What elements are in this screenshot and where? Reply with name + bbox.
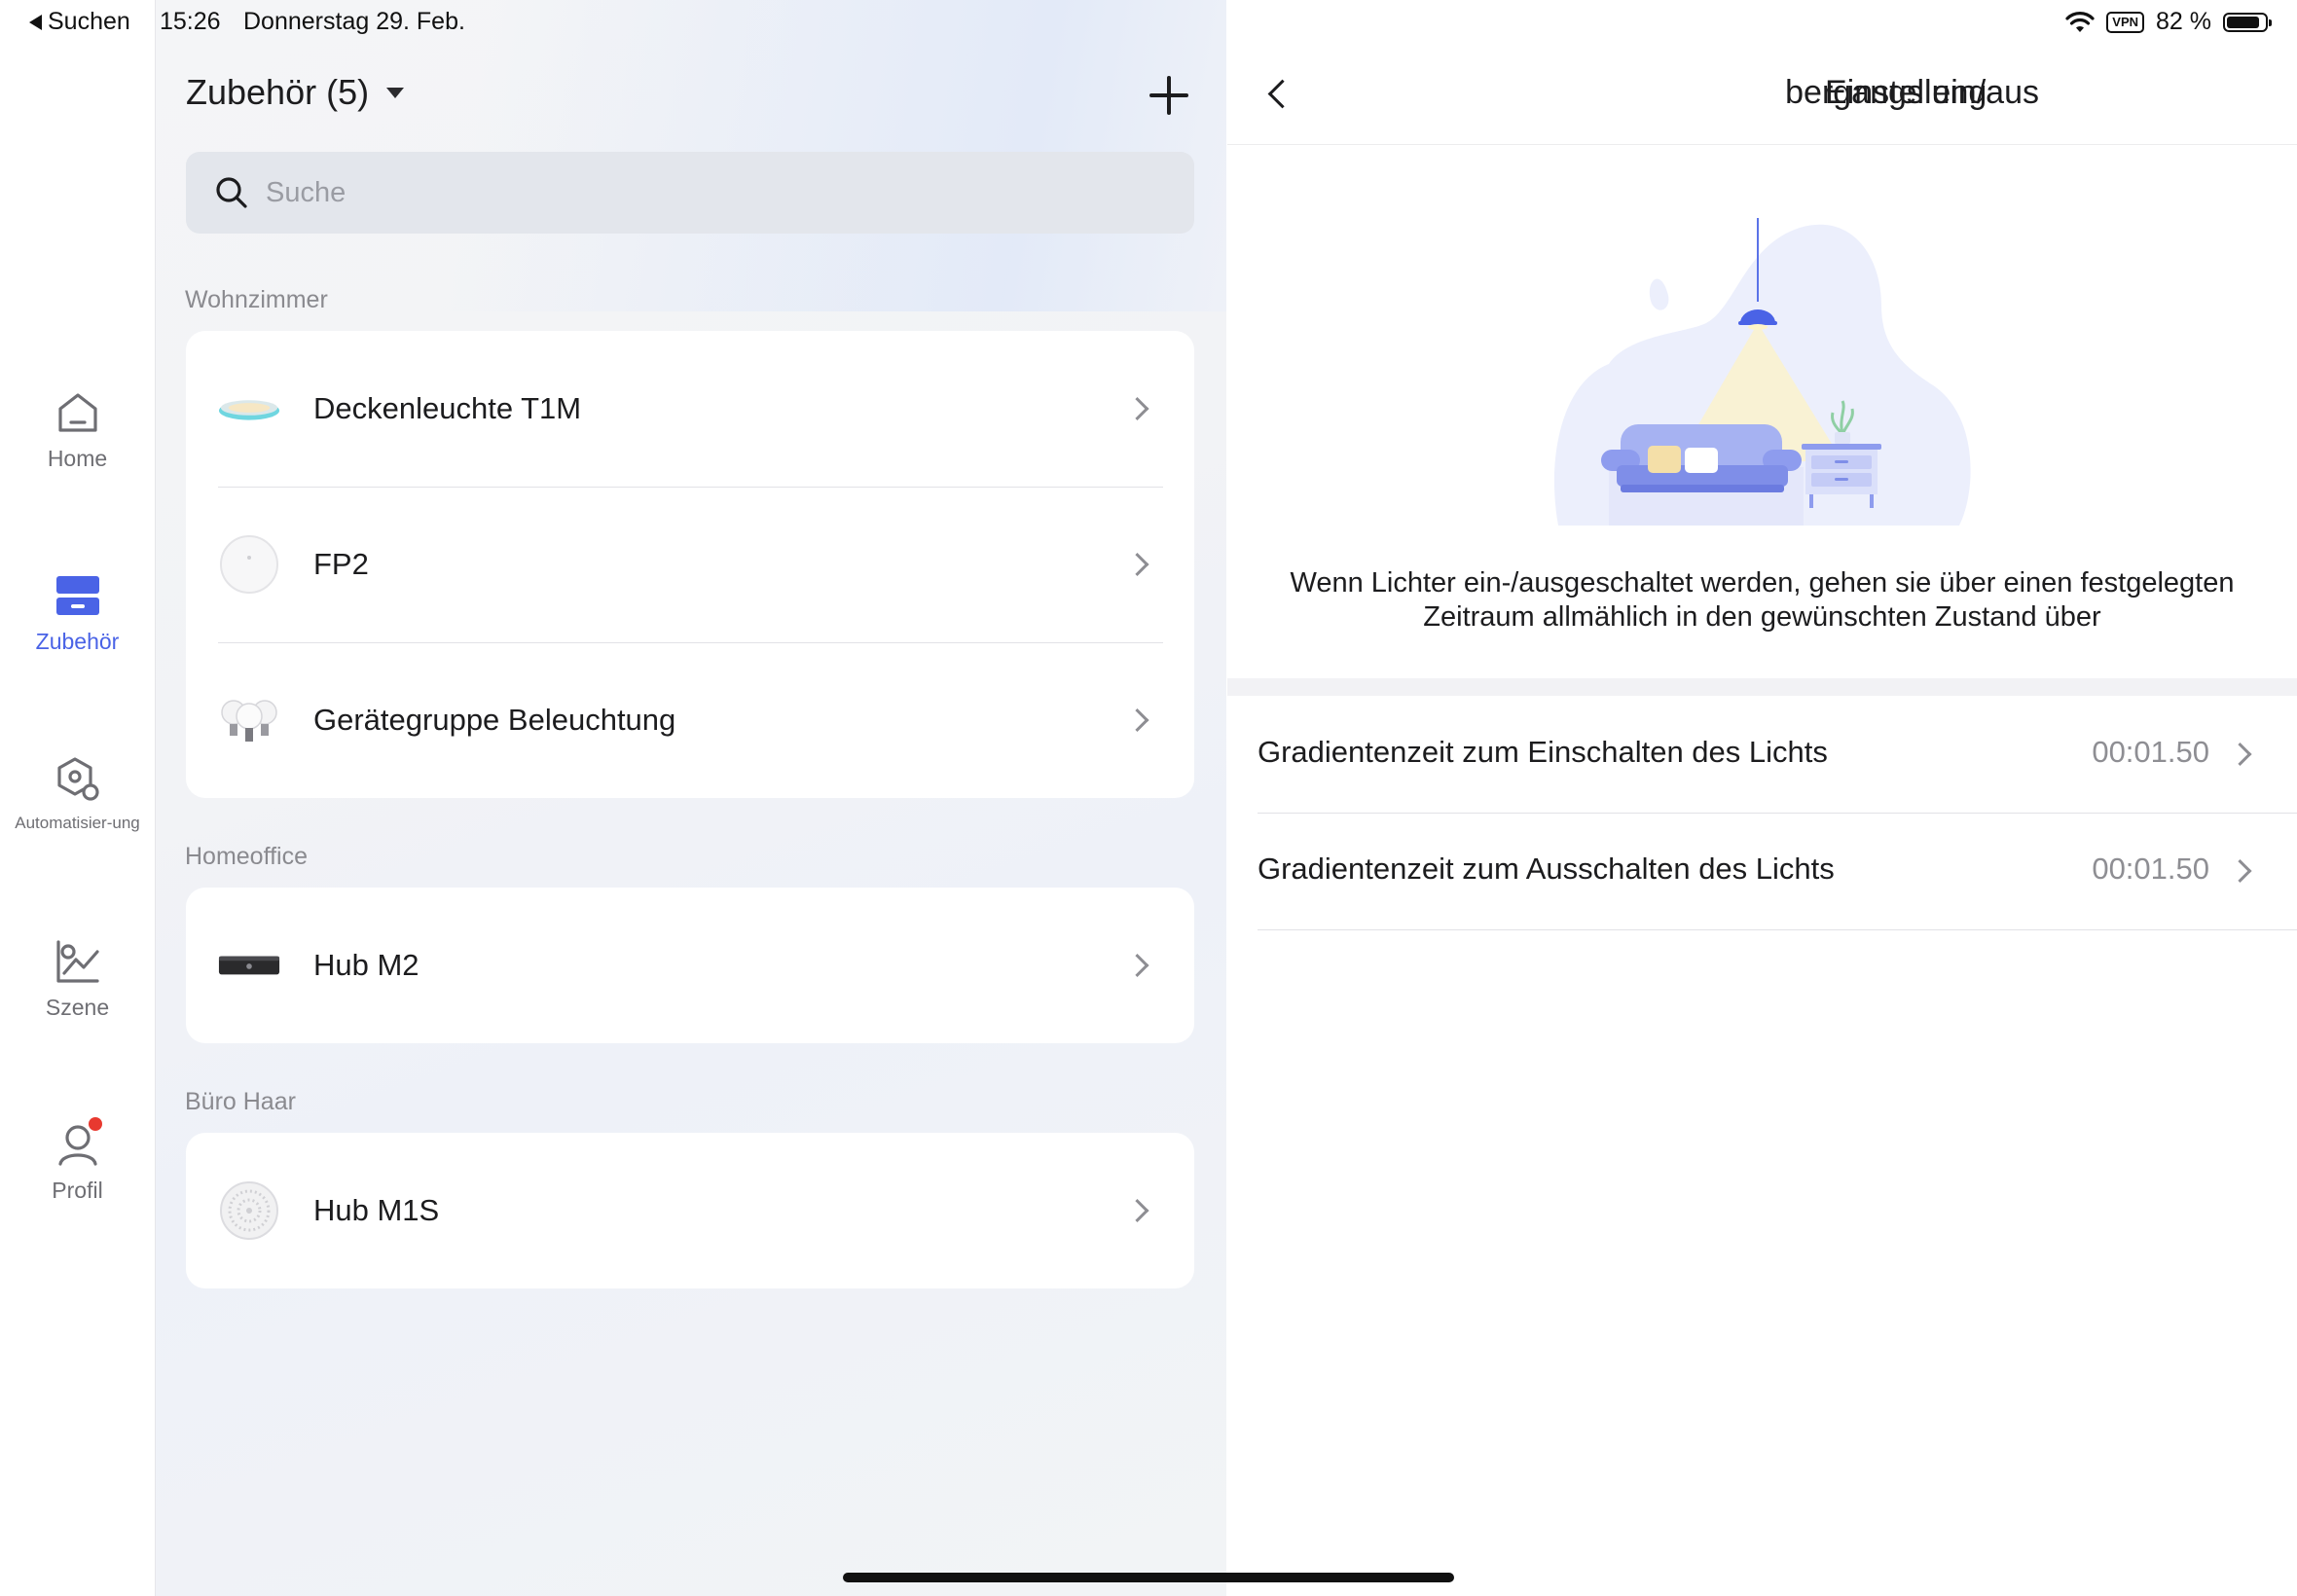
chevron-right-icon [1125,707,1149,733]
battery-icon [2223,12,2272,32]
setting-row-fade-off[interactable]: Gradientenzeit zum Ausschalten des Licht… [1258,813,2297,930]
search-input[interactable] [264,175,1144,210]
accessory-row[interactable]: FP2 [186,487,1194,642]
chevron-right-icon [1125,953,1149,978]
setting-label: Gradientenzeit zum Ausschalten des Licht… [1258,852,1835,886]
hub-m2-icon [218,934,280,997]
room-card-buero-haar: Hub M1S [186,1133,1194,1288]
tab-accessories-label: Zubehör [35,629,120,654]
notification-dot [89,1117,102,1131]
back-to-search-link[interactable]: Suchen [29,8,130,36]
tab-settings[interactable]: Einstellung [1825,74,1987,112]
automation-icon [56,757,99,801]
wifi-icon [2065,11,2095,32]
tab-home[interactable]: Home [0,389,155,472]
detail-header: bergangs ein/aus Einstellung [1227,49,2297,145]
search-icon [216,177,247,208]
status-date: Donnerstag 29. Feb. [243,8,465,35]
accessories-panel: Zubehör (5) Wohnzimmer Deckenleuchte T1M [156,0,1226,1596]
search-bar[interactable] [186,152,1194,234]
status-indicators: VPN 82 % [2065,8,2272,36]
accessory-name: Hub M2 [313,948,419,982]
tab-profile[interactable]: Profil [0,1117,155,1204]
description-line-2: Zeitraum allmählich in den gewünschten Z… [1423,601,2101,633]
chevron-right-icon [1125,1198,1149,1223]
tab-accessories[interactable]: Zubehör [0,572,155,655]
setting-value: 00:01.50 [2092,852,2209,886]
back-chevron-icon[interactable] [1267,79,1297,109]
section-divider [1227,678,2297,696]
accessories-title-label: Zubehör (5) [186,72,370,112]
room-card-wohnzimmer: Deckenleuchte T1M FP2 Gerätegruppe Beleu… [186,331,1194,798]
tab-automation[interactable]: Automatisier-ung [0,755,155,833]
living-room-illustration [1553,218,1971,526]
accessory-name: Gerätegruppe Beleuchtung [313,703,676,737]
accessory-row[interactable]: Hub M1S [186,1133,1194,1288]
hub-m1s-icon [218,1179,280,1242]
setting-row-fade-on[interactable]: Gradientenzeit zum Einschalten des Licht… [1258,696,2297,814]
back-triangle-icon [29,14,42,30]
accessory-name: Deckenleuchte T1M [313,391,582,425]
presence-sensor-icon [218,533,280,596]
chevron-right-icon [2228,858,2252,884]
tab-scene[interactable]: Szene [0,938,155,1021]
section-label-homeoffice: Homeoffice [185,843,308,870]
section-label-wohnzimmer: Wohnzimmer [185,286,328,313]
feature-description: Wenn Lichter ein-/ausgeschaltet werden, … [1227,566,2297,635]
status-bar: Suchen 15:26 Donnerstag 29. Feb. VPN 82 … [0,0,2297,49]
chevron-right-icon [1125,396,1149,421]
chevron-right-icon [2228,742,2252,767]
description-line-1: Wenn Lichter ein-/ausgeschaltet werden, … [1290,567,2235,598]
back-to-search-label: Suchen [48,8,130,35]
accessory-row[interactable]: Deckenleuchte T1M [186,331,1194,487]
setting-label: Gradientenzeit zum Einschalten des Licht… [1258,735,1828,769]
accessory-row[interactable]: Hub M2 [186,888,1194,1043]
ceiling-light-icon [218,378,280,440]
room-card-homeoffice: Hub M2 [186,888,1194,1043]
tab-rail: Home Zubehör Automatisier-ung Szene Prof… [0,0,156,1596]
bulb-group-icon [218,689,280,751]
home-indicator[interactable] [843,1573,1454,1582]
battery-percent: 82 % [2156,8,2211,35]
vpn-badge: VPN [2106,11,2145,33]
tab-home-label: Home [47,446,108,471]
accessory-name: FP2 [313,547,369,581]
tab-scene-label: Szene [45,995,110,1020]
scene-icon [55,940,99,983]
accessory-row[interactable]: Gerätegruppe Beleuchtung [186,642,1194,798]
tab-automation-label: Automatisier-ung [15,814,140,832]
home-icon [57,393,97,432]
status-time: 15:26 [160,8,221,35]
accessories-title[interactable]: Zubehör (5) [186,72,405,113]
detail-panel: bergangs ein/aus Einstellung Wenn Lichte… [1227,0,2297,1596]
accessory-name: Hub M1S [313,1193,440,1227]
tab-profile-label: Profil [52,1178,103,1203]
setting-value: 00:01.50 [2092,735,2209,769]
chevron-right-icon [1125,552,1149,577]
accessories-icon [55,576,99,615]
add-accessory-button[interactable] [1149,76,1188,115]
section-label-buero-haar: Büro Haar [185,1088,296,1115]
dropdown-caret-icon [386,87,405,98]
